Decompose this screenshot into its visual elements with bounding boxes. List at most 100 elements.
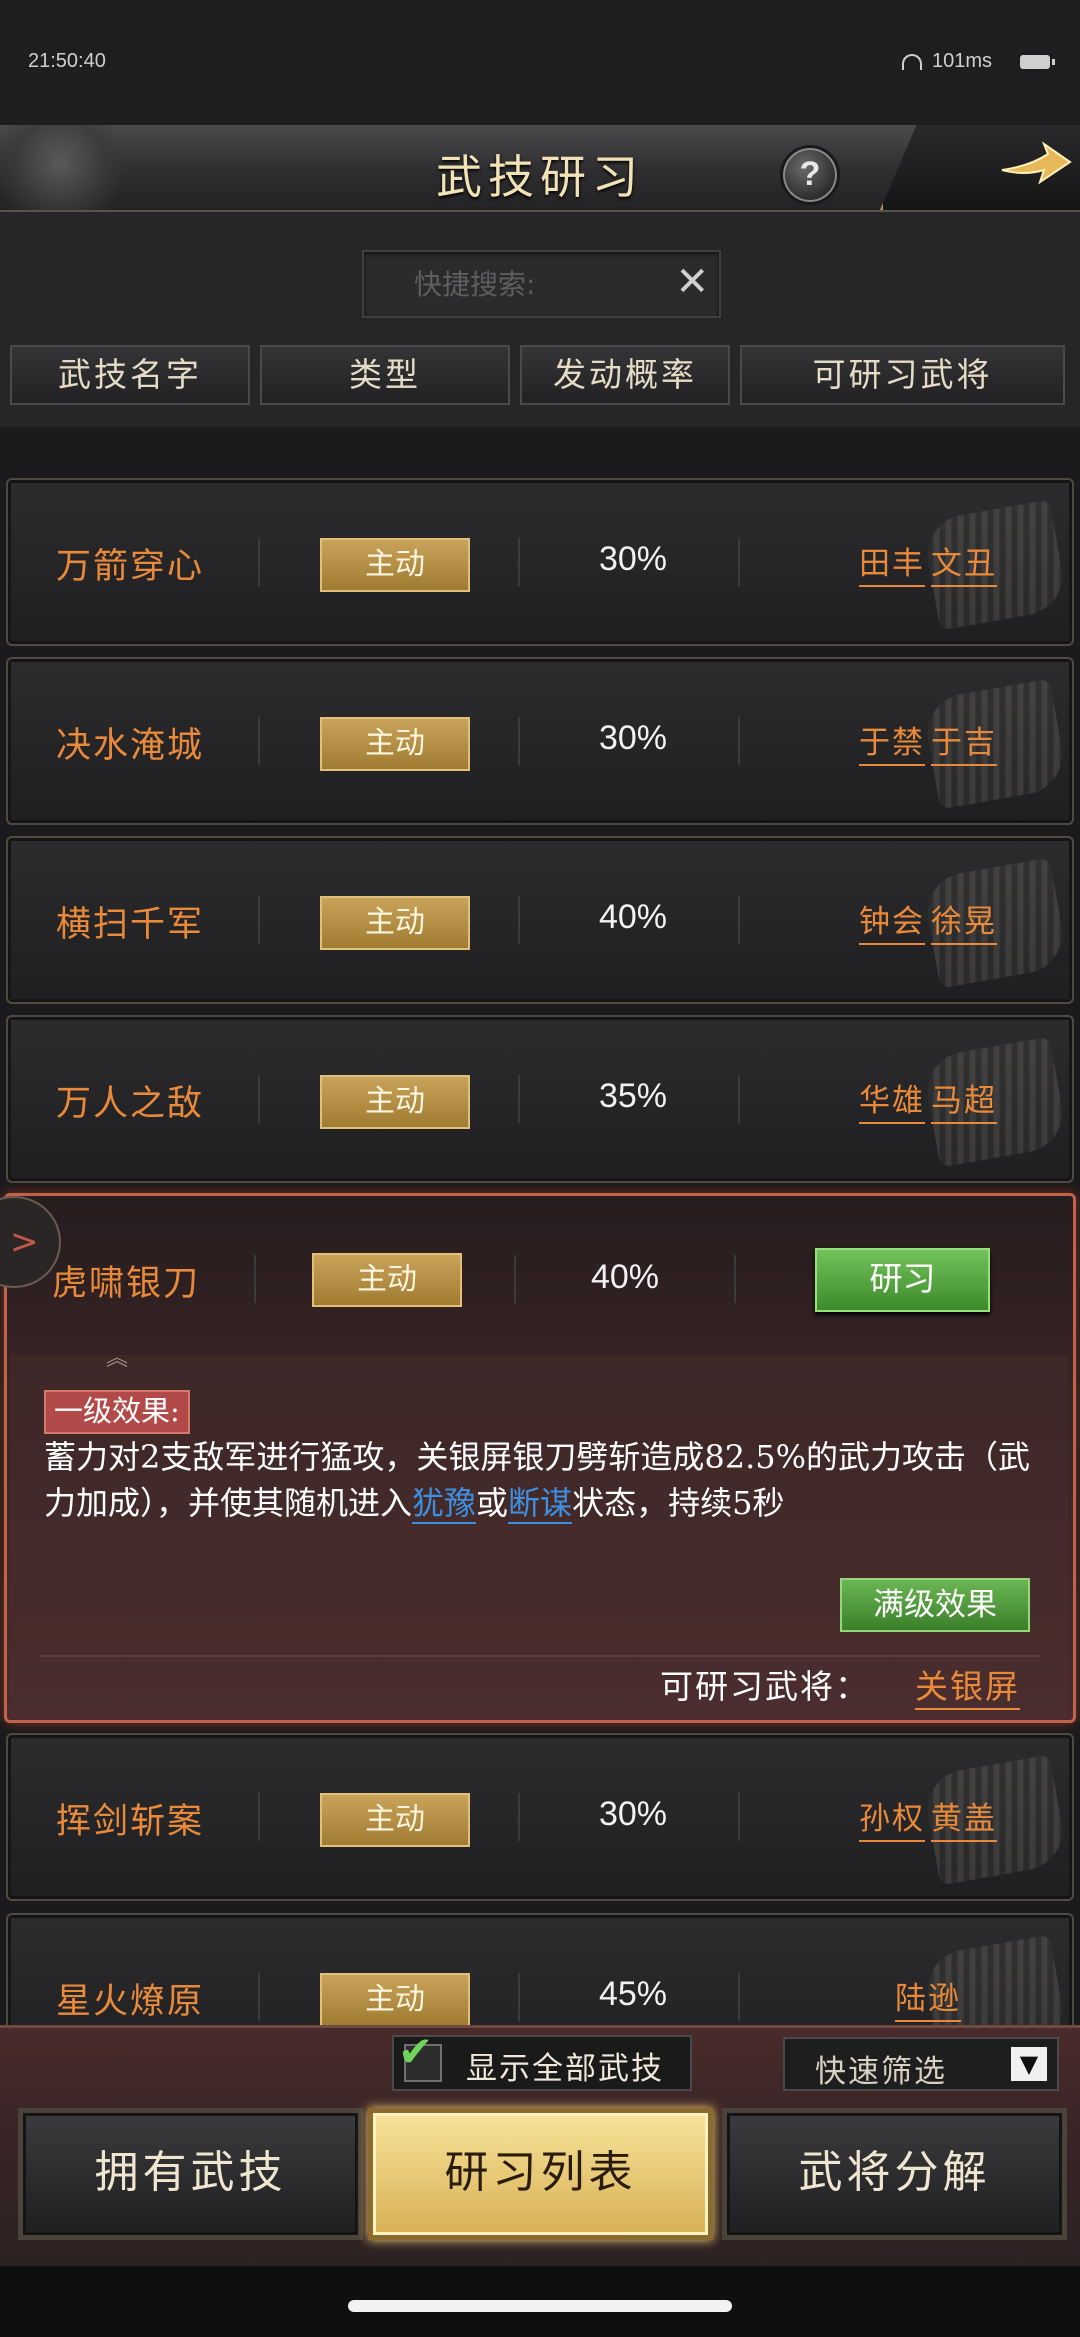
tab-owned-skills[interactable]: 拥有武技 — [18, 2108, 363, 2240]
general-link[interactable]: 黄盖 — [931, 1793, 997, 1842]
divider — [258, 538, 260, 586]
column-header-generals[interactable]: 可研习武将 — [740, 345, 1065, 405]
status-bar: 21:50:40 101ms — [0, 0, 1080, 125]
divider — [738, 1075, 740, 1123]
general-link[interactable]: 陆逊 — [895, 1973, 961, 2022]
divider — [518, 1075, 520, 1123]
trigger-rate: 30% — [598, 540, 668, 578]
divider — [738, 1973, 740, 2021]
quick-filter-select[interactable]: 快速筛选 ▼ — [783, 2037, 1059, 2091]
skill-row[interactable]: 万人之敌 主动 35% 华雄 马超 — [6, 1015, 1074, 1183]
divider — [258, 1075, 260, 1123]
column-header-type[interactable]: 类型 — [260, 345, 510, 405]
help-button[interactable]: ? — [780, 145, 840, 205]
skill-name: 万人之敌 — [56, 1084, 205, 1124]
general-links: 田丰 文丑 — [808, 538, 1048, 587]
type-badge: 主动 — [320, 1973, 470, 2027]
divider — [258, 717, 260, 765]
search-box[interactable]: ✕ — [362, 250, 721, 318]
type-badge: 主动 — [320, 1075, 470, 1129]
divider — [258, 896, 260, 944]
skill-row[interactable]: 挥剑斩案 主动 30% 孙权 黄盖 — [6, 1733, 1074, 1901]
general-link[interactable]: 孙权 — [859, 1793, 925, 1842]
divider — [738, 896, 740, 944]
general-links: 陆逊 — [808, 1973, 1048, 2022]
status-right: 101ms — [901, 50, 1055, 73]
chevron-right-icon[interactable]: > — [10, 1222, 39, 1262]
divider — [518, 896, 520, 944]
skill-name: 决水淹城 — [56, 726, 205, 766]
status-time: 21:50:40 — [28, 50, 106, 72]
dropdown-arrow-icon[interactable]: ▼ — [1011, 2047, 1047, 2081]
general-links: 于禁 于吉 — [808, 717, 1048, 766]
divider — [258, 1973, 260, 2021]
search-input[interactable] — [364, 252, 654, 316]
divider — [738, 538, 740, 586]
type-badge: 主动 — [320, 538, 470, 592]
skill-row[interactable]: 决水淹城 主动 30% 于禁 于吉 — [6, 657, 1074, 825]
divider — [738, 1793, 740, 1841]
quick-filter-label: 快速筛选 — [815, 2054, 947, 2090]
divider — [254, 1255, 256, 1303]
skill-name: 虎啸银刀 — [52, 1264, 201, 1304]
battery-icon — [1020, 54, 1055, 69]
desc-text: 状态，持续5秒 — [572, 1484, 785, 1522]
general-link[interactable]: 于禁 — [859, 717, 925, 766]
general-link[interactable]: 徐晃 — [931, 896, 997, 945]
arrow-right-icon[interactable] — [1000, 140, 1072, 190]
type-badge: 主动 — [312, 1253, 462, 1307]
skill-name: 星火燎原 — [56, 1982, 205, 2022]
tab-general-decompose[interactable]: 武将分解 — [722, 2108, 1067, 2240]
desc-text: 或 — [476, 1484, 509, 1522]
divider — [518, 538, 520, 586]
divider — [518, 1973, 520, 2021]
trigger-rate: 30% — [598, 1795, 668, 1833]
divider — [734, 1255, 736, 1303]
general-links: 孙权 黄盖 — [808, 1793, 1048, 1842]
skill-row[interactable]: 横扫千军 主动 40% 钟会 徐晃 — [6, 836, 1074, 1004]
general-link[interactable]: 于吉 — [931, 717, 997, 766]
study-button[interactable]: 研习 — [815, 1248, 990, 1312]
trigger-rate: 45% — [598, 1975, 668, 2013]
signal-icon — [901, 53, 922, 70]
max-effect-button[interactable]: 满级效果 — [840, 1578, 1030, 1632]
status-link[interactable]: 犹豫 — [412, 1484, 477, 1524]
divider — [518, 717, 520, 765]
show-all-toggle[interactable]: ✔ 显示全部武技 — [392, 2027, 692, 2091]
general-link[interactable]: 关银屏 — [915, 1660, 1020, 1710]
column-header-rate[interactable]: 发动概率 — [520, 345, 730, 405]
general-link[interactable]: 华雄 — [859, 1075, 925, 1124]
tab-study-list[interactable]: 研习列表 — [368, 2108, 713, 2240]
skill-name: 万箭穿心 — [56, 547, 205, 587]
home-indicator[interactable] — [348, 2300, 732, 2312]
column-header-name[interactable]: 武技名字 — [10, 345, 250, 405]
show-all-label: 显示全部武技 — [466, 2051, 664, 2087]
status-link[interactable]: 断谋 — [508, 1484, 573, 1524]
trigger-rate: 30% — [598, 719, 668, 757]
check-icon: ✔ — [398, 2027, 434, 2076]
divider — [518, 1793, 520, 1841]
effect-description: 蓄力对2支敌军进行猛攻，关银屏银刀劈斩造成82.5%的武力攻击（武力加成），并使… — [44, 1434, 1044, 1526]
chevron-up-icon[interactable]: ︽ — [106, 1340, 128, 1372]
divider — [738, 717, 740, 765]
can-study-label: 可研习武将： — [660, 1667, 870, 1706]
general-link[interactable]: 钟会 — [859, 896, 925, 945]
ping-value: 101ms — [931, 50, 992, 72]
general-link[interactable]: 文丑 — [931, 538, 997, 587]
skill-name: 横扫千军 — [56, 905, 205, 945]
skill-name: 挥剑斩案 — [56, 1802, 205, 1842]
general-link[interactable]: 马超 — [931, 1075, 997, 1124]
level-badge: 一级效果: — [44, 1390, 190, 1434]
type-badge: 主动 — [320, 896, 470, 950]
type-badge: 主动 — [320, 717, 470, 771]
trigger-rate: 35% — [598, 1077, 668, 1115]
divider — [514, 1255, 516, 1303]
type-badge: 主动 — [320, 1793, 470, 1847]
divider — [258, 1793, 260, 1841]
trigger-rate: 40% — [598, 898, 668, 936]
clear-icon[interactable]: ✕ — [675, 260, 709, 304]
general-link[interactable]: 田丰 — [859, 538, 925, 587]
skill-row[interactable]: 万箭穿心 主动 30% 田丰 文丑 — [6, 478, 1074, 646]
divider — [40, 1655, 1040, 1657]
general-links: 华雄 马超 — [808, 1075, 1048, 1124]
